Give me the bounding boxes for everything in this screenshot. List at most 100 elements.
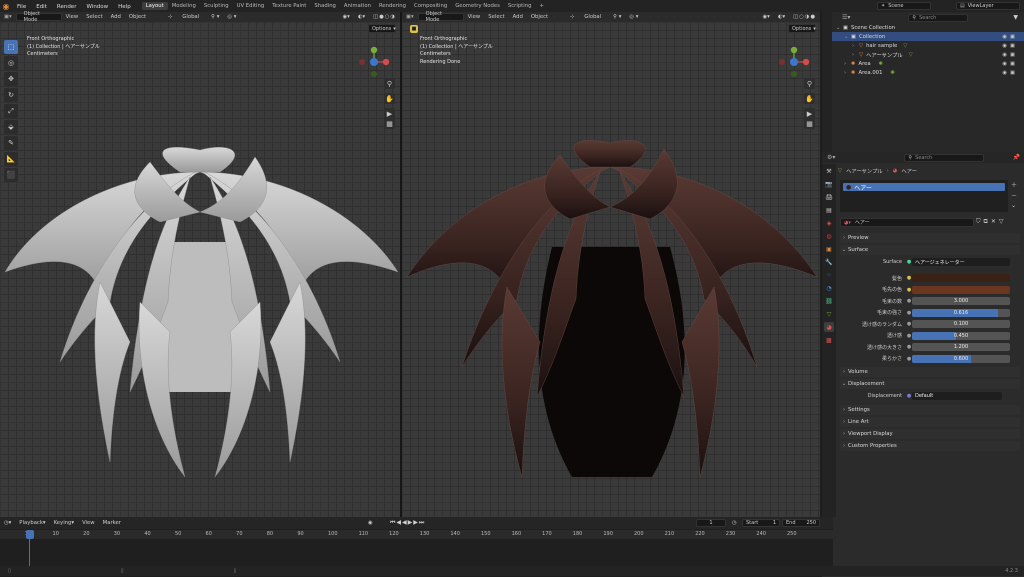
displacement-panel-header[interactable]: ⌄ Displacement xyxy=(840,379,1020,389)
output-tab-icon[interactable]: 🖨 xyxy=(824,192,834,202)
filter-icon[interactable]: ▼ xyxy=(1013,14,1018,21)
snap-icon[interactable]: ⚲ ▾ xyxy=(207,14,223,20)
view-menu[interactable]: View xyxy=(62,14,83,20)
view-layer-selector[interactable]: ▤ ViewLayer xyxy=(956,2,1020,10)
texture-tab-icon[interactable]: ▩ xyxy=(824,335,834,345)
pin-icon[interactable]: 📌 xyxy=(1013,154,1020,161)
number-field[interactable]: 0.450 xyxy=(912,331,1010,340)
camera-icon[interactable]: ▣ xyxy=(1010,52,1018,58)
expand-arrow-icon[interactable]: ⌄ xyxy=(836,25,843,31)
transform-orientation[interactable]: ⊹ Global xyxy=(160,14,207,20)
menu-file[interactable]: File xyxy=(12,4,31,10)
eye-icon[interactable]: ◉ xyxy=(1002,52,1010,58)
measure-tool-icon[interactable]: 📐 xyxy=(4,152,18,166)
scene-selector[interactable]: ✦ Scene xyxy=(877,2,931,10)
material-slot-item[interactable]: ● ヘアー xyxy=(843,183,1005,192)
modifier-tab-icon[interactable]: 🔧 xyxy=(824,257,834,267)
color-swatch[interactable] xyxy=(912,274,1010,282)
start-frame-field[interactable]: Start 1 xyxy=(742,519,780,527)
expand-arrow-icon[interactable]: › xyxy=(852,43,859,49)
fake-user-icon[interactable]: ⛉ xyxy=(976,218,981,227)
playhead[interactable] xyxy=(26,530,34,539)
workspace-tab[interactable]: Sculpting xyxy=(200,2,233,10)
data-tab-icon[interactable]: ▽ xyxy=(824,309,834,319)
camera-icon[interactable]: ▣ xyxy=(1010,34,1018,40)
particles-tab-icon[interactable]: ⁘ xyxy=(824,270,834,280)
proportional-icon[interactable]: ◎ ▾ xyxy=(625,14,642,20)
current-frame-field[interactable]: 1 xyxy=(696,519,726,527)
material-name-field[interactable]: ◕▾ ヘアー xyxy=(840,218,974,227)
workspace-tab[interactable]: Scripting xyxy=(504,2,536,10)
preview-range-icon[interactable]: ◷ xyxy=(732,520,737,526)
properties-search-input[interactable]: ⚲ Search xyxy=(904,153,985,162)
blender-logo-icon[interactable]: ◉ xyxy=(0,0,12,12)
expand-arrow-icon[interactable]: › xyxy=(852,52,859,58)
mode-selector[interactable]: Object Mode xyxy=(15,11,62,23)
scene-tab-icon[interactable]: ◈ xyxy=(824,218,834,228)
frame-ruler[interactable]: 1102030405060708090100110120130140150160… xyxy=(0,530,833,539)
cursor-tool-icon[interactable]: ◎ xyxy=(4,56,18,70)
rotate-tool-icon[interactable]: ↻ xyxy=(4,88,18,102)
add-cube-tool-icon[interactable]: ⬛ xyxy=(4,168,18,182)
expand-arrow-icon[interactable]: › xyxy=(844,61,851,67)
outliner-row[interactable]: ⌄ ▣ Collection ◉▣ xyxy=(832,32,1024,41)
editor-type-icon[interactable]: ▣▾ xyxy=(402,14,418,20)
number-field[interactable]: 0.100 xyxy=(912,320,1010,328)
playback-controls[interactable]: ⏮◀◀▶▶⏭ xyxy=(390,519,425,527)
view-menu[interactable]: View xyxy=(464,14,485,20)
object-tab-icon[interactable]: ▣ xyxy=(824,244,834,254)
add-workspace-button[interactable]: + xyxy=(535,2,547,10)
constraints-tab-icon[interactable]: ⛓ xyxy=(824,296,834,306)
expand-arrow-icon[interactable]: ⌄ xyxy=(844,34,851,40)
menu-render[interactable]: Render xyxy=(52,4,82,10)
camera-icon[interactable]: ▣ xyxy=(1010,61,1018,67)
workspace-tab[interactable]: UV Editing xyxy=(233,2,269,10)
object-active-icon[interactable]: ■ xyxy=(410,25,418,33)
number-field[interactable]: 3.000 xyxy=(912,297,1010,305)
shading-modes[interactable]: ◫○◑● xyxy=(789,14,820,20)
transform-orientation[interactable]: ⊹ Global xyxy=(562,14,609,20)
unlink-icon[interactable]: ✕ xyxy=(991,218,996,227)
workspace-tab[interactable]: Shading xyxy=(310,2,340,10)
mode-selector[interactable]: Object Mode xyxy=(417,11,464,23)
view-menu[interactable]: View xyxy=(78,520,99,526)
viewport-display-panel-header[interactable]: › Viewport Display xyxy=(840,429,1020,439)
navigation-gizmo[interactable] xyxy=(358,46,390,78)
zoom-icon[interactable]: ⚲ xyxy=(384,78,395,89)
expand-arrow-icon[interactable]: › xyxy=(844,70,851,76)
menu-window[interactable]: Window xyxy=(81,4,113,10)
area-divider[interactable] xyxy=(822,12,832,152)
navigation-gizmo[interactable] xyxy=(778,46,810,78)
workspace-tab[interactable]: Modeling xyxy=(168,2,200,10)
volume-panel-header[interactable]: › Volume xyxy=(840,367,1020,377)
remove-slot-icon[interactable]: － xyxy=(1011,191,1021,200)
add-menu[interactable]: Add xyxy=(509,14,527,20)
pan-hand-icon[interactable]: ✋ xyxy=(384,93,395,104)
workspace-tab[interactable]: Rendering xyxy=(375,2,410,10)
options-button[interactable]: Options ▾ xyxy=(368,24,396,33)
playback-menu[interactable]: Playback▾ xyxy=(15,520,49,526)
filter-icon[interactable]: ▽ xyxy=(999,218,1004,227)
material-tab-icon[interactable]: ◕ xyxy=(824,322,834,332)
clock-icon[interactable]: ◷▾ xyxy=(0,520,15,526)
marker-menu[interactable]: Marker xyxy=(99,520,125,526)
outliner-row[interactable]: › ✺ Area.001 ◉▣ ✺ xyxy=(832,68,1024,77)
options-button[interactable]: Options ▾ xyxy=(788,24,816,33)
properties-editor-icon[interactable]: ⚙▾ xyxy=(822,154,840,161)
eye-icon[interactable]: ◉ xyxy=(1002,34,1010,40)
transform-tool-icon[interactable]: ⬙ xyxy=(4,120,18,134)
outliner-row[interactable]: ⌄ ▣ Scene Collection xyxy=(832,23,1024,32)
physics-tab-icon[interactable]: ◔ xyxy=(824,283,834,293)
pan-hand-icon[interactable]: ✋ xyxy=(804,93,815,104)
keying-menu[interactable]: Keying▾ xyxy=(50,520,78,526)
surface-shader-field[interactable]: ヘアージェネレーター xyxy=(912,258,1010,266)
grid-icon[interactable]: ▦ xyxy=(384,118,395,129)
eye-icon[interactable]: ◉ xyxy=(1002,43,1010,49)
zoom-icon[interactable]: ⚲ xyxy=(804,78,815,89)
camera-icon[interactable]: ▣ xyxy=(1010,70,1018,76)
custom-properties-panel-header[interactable]: › Custom Properties xyxy=(840,441,1020,451)
outliner-row[interactable]: › ▽ hair sample ◉▣ ▽ xyxy=(832,41,1024,50)
snap-icon[interactable]: ⚲ ▾ xyxy=(609,14,625,20)
select-menu[interactable]: Select xyxy=(82,14,106,20)
number-field[interactable]: 1.200 xyxy=(912,343,1010,351)
